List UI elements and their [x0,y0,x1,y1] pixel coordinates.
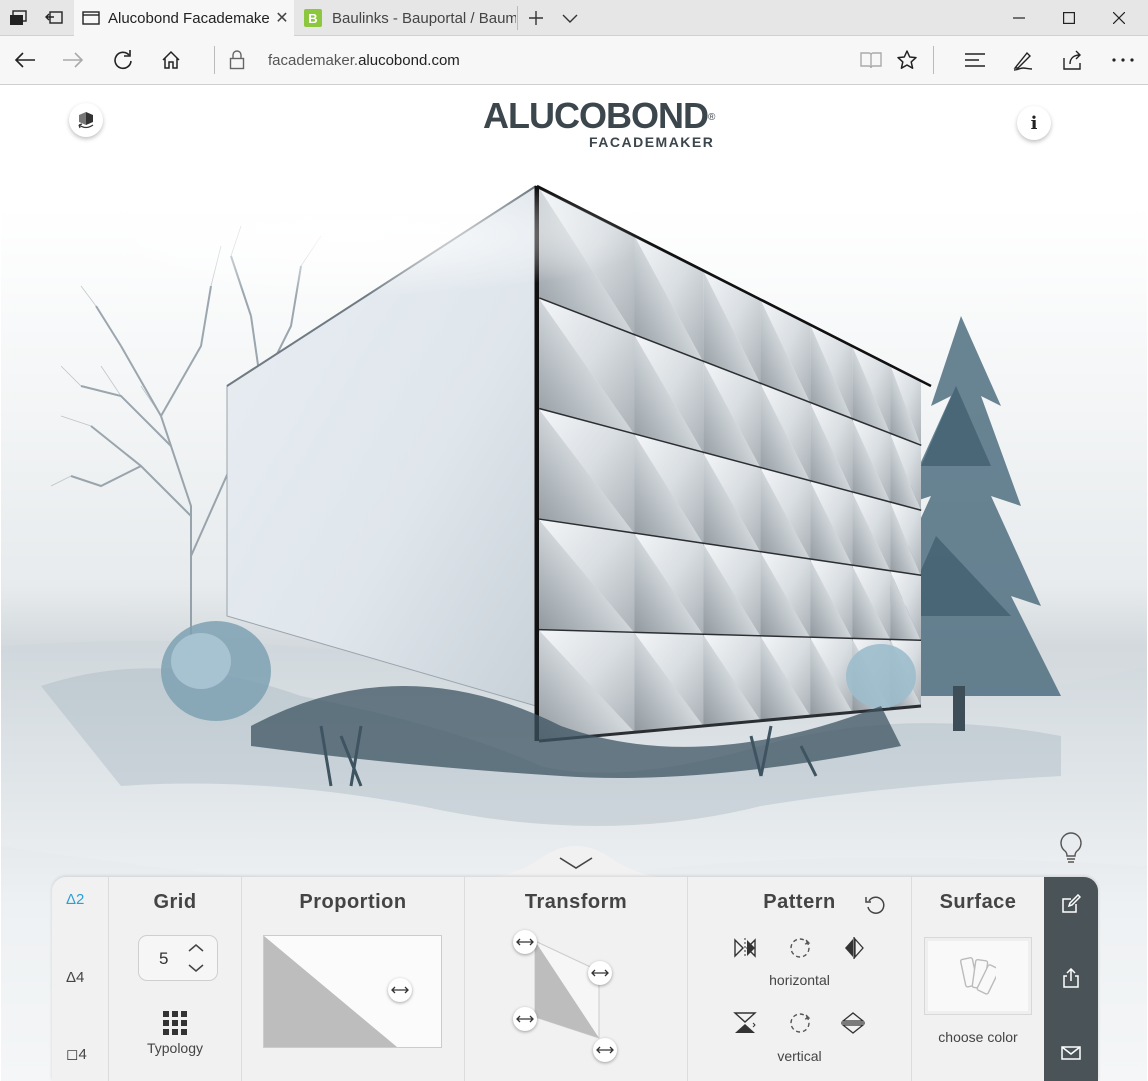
baulinks-favicon: B [304,9,322,27]
pattern-horizontal-label: horizontal [769,972,830,988]
increment-chevron-icon[interactable] [188,943,204,953]
color-swatch-button[interactable] [924,937,1032,1015]
more-icon[interactable] [1104,42,1142,78]
home-icon[interactable] [152,42,190,78]
hub-icon[interactable] [956,42,994,78]
typology-grid-icon[interactable] [162,1010,188,1036]
grid-title: Grid [153,891,197,913]
transform-column: Transform [465,877,688,1081]
grid-stepper[interactable]: 5 [138,935,218,981]
reset-icon[interactable] [864,894,886,916]
url-host: alucobond.com [358,52,460,69]
configurator-toolbar: Δ2 Δ4 ◻4 Grid 5 Typology Proportion Tran… [52,877,1098,1081]
browser-nav-bar: facademaker.alucobond.com [0,36,1148,85]
surface-title: Surface [939,891,1017,913]
tab-baulinks[interactable]: B Baulinks - Bauportal / Baum [296,0,516,36]
flip-vertical-icon[interactable] [840,1009,868,1037]
tab-preview-chevron-icon[interactable] [552,0,588,36]
nav-divider [214,46,215,74]
rotate-horizontal-icon[interactable] [786,934,814,962]
set-aside-tabs-icon[interactable] [36,0,72,36]
proportion-preview[interactable] [263,935,443,1049]
pattern-vertical-label: vertical [777,1048,822,1064]
reading-view-icon[interactable] [852,42,890,78]
facademaker-page: ALUCOBOND® FACADEMAKER i Δ2 Δ4 ◻4 Grid 5 [1,86,1147,1081]
nav-divider [933,46,934,74]
tab-title: Baulinks - Bauportal / Baum [332,9,516,27]
actions-sidebar [1044,877,1098,1081]
mail-icon[interactable] [1057,1039,1085,1067]
flip-horizontal-icon[interactable] [840,934,868,962]
favorite-star-icon[interactable] [888,42,926,78]
page-icon [82,11,100,25]
new-tab-icon[interactable] [518,0,554,36]
pattern-column: Pattern horizontal vertical [688,877,912,1081]
transform-handle-bottom-left-icon[interactable] [513,1007,537,1031]
tab-title: Alucobond Facademake [108,9,270,27]
grid-value: 5 [159,949,169,968]
transform-title: Transform [524,891,628,913]
edit-icon[interactable] [1057,890,1085,918]
proportion-title: Proportion [299,891,407,913]
toolbar-tab-handle[interactable] [461,838,691,880]
option-triangle-2[interactable]: Δ2 [66,891,84,908]
minimize-icon[interactable] [996,0,1042,36]
browser-tab-bar: Alucobond Facademake ✕ B Baulinks - Baup… [0,0,1148,36]
tab-alucobond[interactable]: Alucobond Facademake ✕ [74,0,294,36]
alucobond-logo: ALUCOBOND® FACADEMAKER [483,95,715,151]
info-button[interactable]: i [1017,106,1051,140]
tab-manager-icon[interactable] [0,0,36,36]
export-icon[interactable] [1057,964,1085,992]
transform-handle-top-right-icon[interactable] [588,961,612,985]
transform-handle-bottom-right-icon[interactable] [593,1038,617,1062]
typology-label[interactable]: Typology [109,1040,241,1056]
choose-color-label[interactable]: choose color [912,1029,1044,1045]
forward-icon[interactable] [54,42,92,78]
lightbulb-icon[interactable] [1059,832,1083,871]
color-fan-icon [960,957,996,995]
decrement-chevron-icon[interactable] [188,963,204,973]
back-icon[interactable] [6,42,44,78]
mirror-vertical-icon[interactable] [731,1009,759,1037]
close-window-icon[interactable] [1096,0,1142,36]
proportion-column: Proportion [242,877,465,1081]
option-triangle-4[interactable]: Δ4 [66,969,84,986]
proportion-handle-icon[interactable] [388,978,412,1002]
transform-handle-top-left-icon[interactable] [513,930,537,954]
rotate-vertical-icon[interactable] [786,1009,814,1037]
rotate-view-button[interactable] [69,103,103,137]
logo-brand: ALUCOBOND [483,95,709,136]
mirror-horizontal-icon[interactable] [731,934,759,962]
share-icon[interactable] [1053,42,1091,78]
option-square-4[interactable]: ◻4 [66,1045,87,1063]
address-bar[interactable]: facademaker.alucobond.com [268,52,460,69]
logo-registered: ® [707,112,715,123]
lock-icon [218,42,256,78]
triangle-type-column: Δ2 Δ4 ◻4 [52,877,109,1081]
rotate-view-icon [78,112,94,129]
surface-column: Surface choose color [912,877,1044,1081]
logo-product: FACADEMAKER [588,134,715,150]
info-icon: i [1030,112,1038,134]
pen-icon[interactable] [1004,42,1042,78]
refresh-icon[interactable] [104,42,142,78]
transform-preview[interactable] [525,939,615,1039]
grid-column: Grid 5 Typology [109,877,242,1081]
maximize-icon[interactable] [1046,0,1092,36]
url-prefix: facademaker. [268,52,359,69]
close-tab-icon[interactable]: ✕ [270,8,294,28]
